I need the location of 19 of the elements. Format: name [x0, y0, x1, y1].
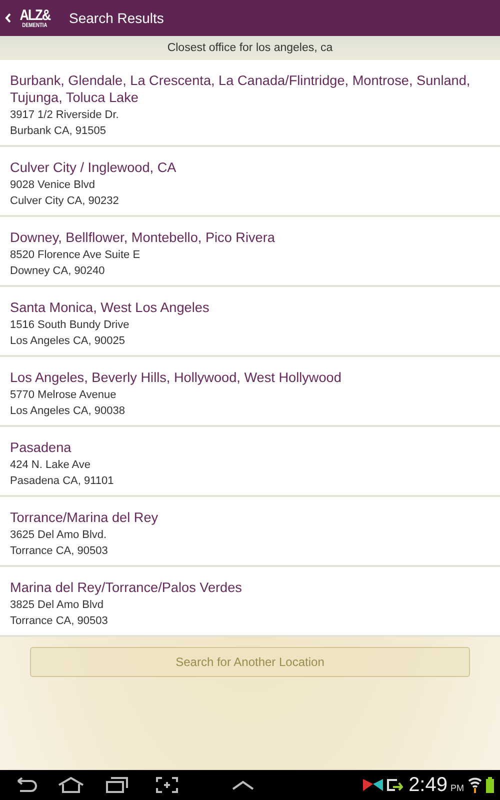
office-item[interactable]: Santa Monica, West Los Angeles 1516 South Bundy Drive Los Angeles CA, 90025 [0, 287, 500, 357]
wifi-icon [468, 777, 482, 793]
battery-icon [486, 777, 494, 793]
office-item[interactable]: Pasadena 424 N. Lake Ave Pasadena CA, 91101 [0, 427, 500, 497]
back-icon[interactable] [5, 13, 11, 23]
results-caption: Closest office for los angeles, ca [167, 42, 333, 54]
screen-title: Search Results [69, 10, 164, 26]
office-item[interactable]: Marina del Rey/Torrance/Palos Verdes 3825 Del Amo Blvd Torrance CA, 90503 [0, 567, 500, 637]
office-item[interactable]: Torrance/Marina del Rey 3625 Del Amo Blvd. Torrance CA, 90503 [0, 497, 500, 567]
office-item[interactable]: Culver City / Inglewood, CA 9028 Venice Blvd Culver City CA, 90232 [0, 147, 500, 217]
office-item[interactable]: Downey, Bellflower, Montebello, Pico Rivera 8520 Florence Ave Suite E Downey CA, 90240 [0, 217, 500, 287]
caret-up-icon[interactable] [232, 780, 254, 790]
clock-period: PM [450, 783, 464, 793]
screenshot-icon[interactable] [156, 777, 178, 793]
office-item[interactable]: Los Angeles, Beverly Hills, Hollywood, West Hollywood 5770 Melrose Avenue Los Angeles CA, 90038 [0, 357, 500, 427]
home-icon[interactable] [58, 777, 84, 793]
recent-apps-icon[interactable] [106, 777, 128, 793]
clock-time: 2:49 [408, 774, 448, 796]
office-item[interactable]: Burbank, Glendale, La Crescenta, La Canada/Flintridge, Montrose, Sunland, Tujunga, Toluca Lake 3917 1/2 Riverside Dr. Burbank CA, 91505 [0, 60, 500, 147]
